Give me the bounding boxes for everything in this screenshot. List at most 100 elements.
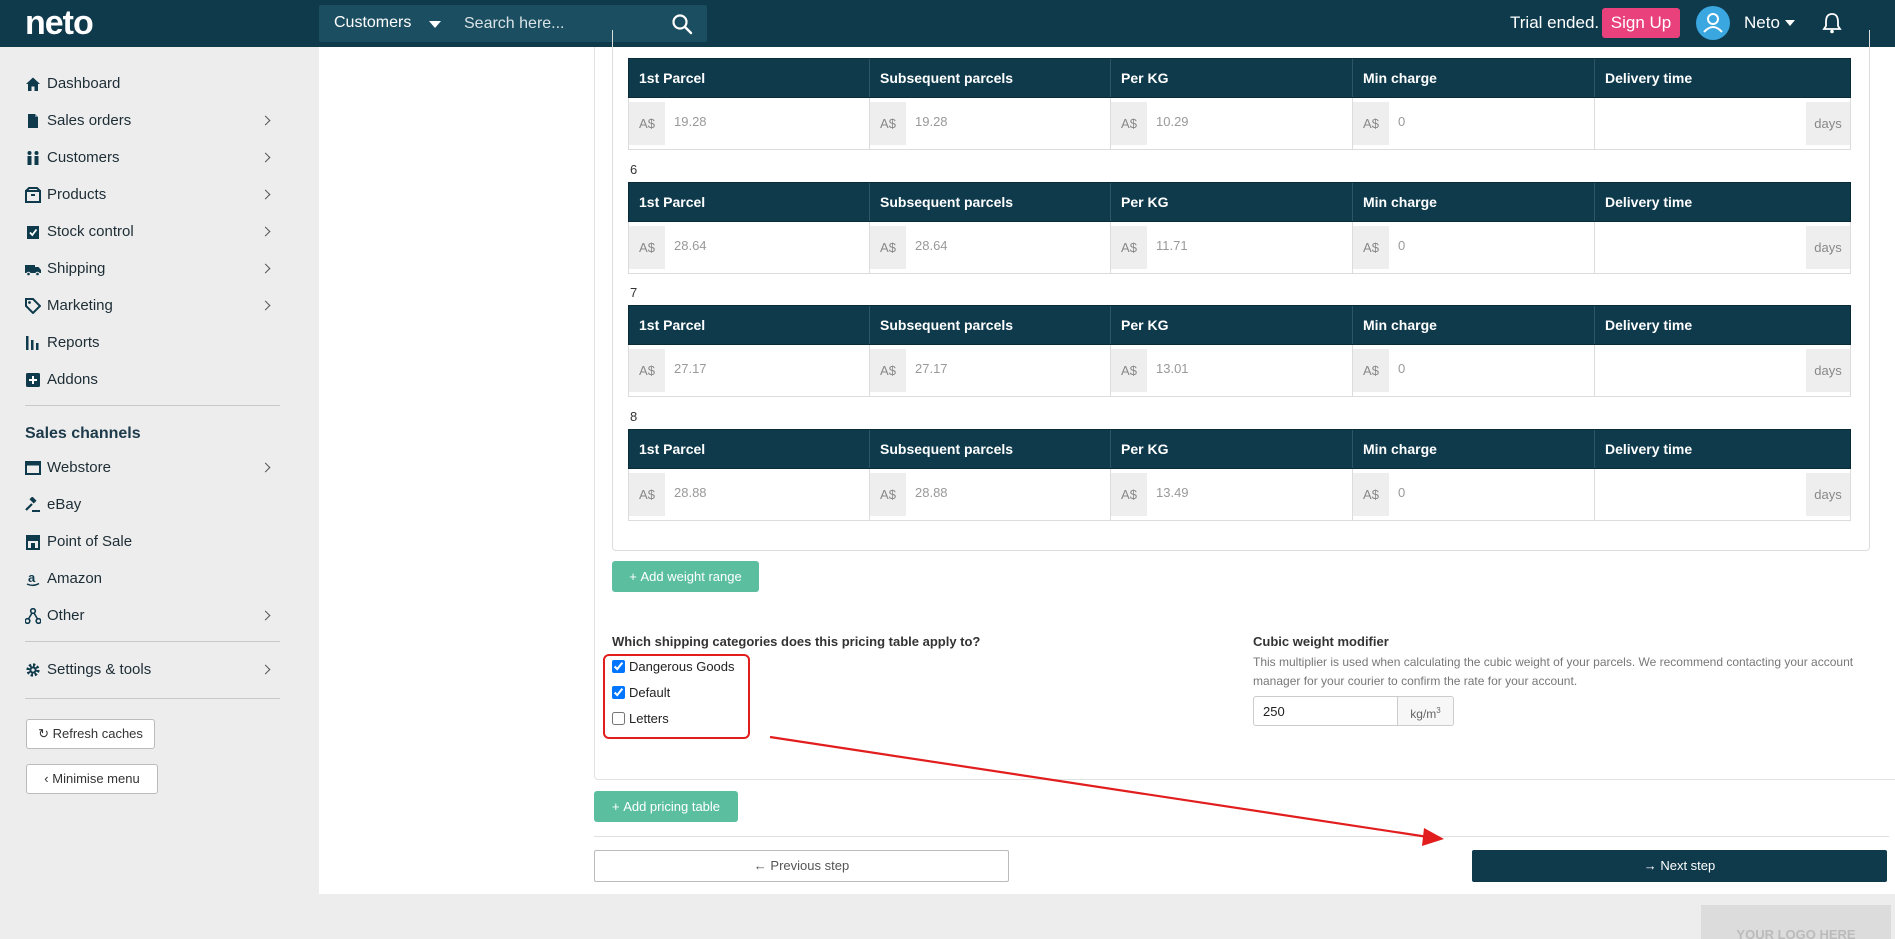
delivery-time-field[interactable]: days [1595,469,1850,520]
cubic-weight-unit: kg/m3 [1397,696,1454,726]
minimise-menu-label: Minimise menu [52,771,140,786]
previous-step-button[interactable]: ← Previous step [594,850,1009,882]
per-kg-value: 13.01 [1156,361,1189,376]
col-subsequent-parcels: Subsequent parcels [870,430,1111,468]
min-charge-value: 0 [1398,361,1406,376]
sidebar-item-label: Stock control [47,223,134,240]
chevron-right-icon [260,300,271,311]
rate-table-6: 1st Parcel Subsequent parcels Per KG Min… [628,182,1851,274]
add-weight-range-button[interactable]: + Add weight range [612,561,759,592]
min-charge-field[interactable]: A$ 0 [1353,345,1595,396]
first-parcel-field[interactable]: A$ 28.64 [629,222,870,273]
delivery-time-field[interactable]: days [1595,98,1850,149]
subsequent-parcels-field[interactable]: A$ 19.28 [870,98,1111,149]
category-label: Dangerous Goods [629,659,735,674]
sidebar-item-marketing[interactable]: Marketing [25,291,271,321]
currency-addon: A$ [629,473,665,516]
min-charge-field[interactable]: A$ 0 [1353,98,1595,149]
refresh-caches-label: Refresh caches [52,726,143,741]
weight-range-label: 8 [630,409,638,424]
sidebar-item-addons[interactable]: Addons [25,365,270,395]
first-parcel-value: 19.28 [674,114,707,129]
chevron-right-icon [260,189,271,200]
footer-divider [594,836,1889,837]
sidebar-item-settings-tools[interactable]: Settings & tools [25,655,271,685]
col-subsequent-parcels: Subsequent parcels [870,183,1111,221]
chevron-right-icon [260,115,271,126]
add-pricing-table-label: Add pricing table [623,799,721,814]
previous-step-label: Previous step [770,858,850,873]
first-parcel-field[interactable]: A$ 27.17 [629,345,870,396]
neto-logo[interactable]: neto [25,4,94,43]
col-min-charge: Min charge [1353,59,1595,97]
sidebar-item-reports[interactable]: Reports [25,328,270,358]
sidebar-divider [25,641,280,642]
subsequent-parcels-field[interactable]: A$ 28.88 [870,469,1111,520]
per-kg-field[interactable]: A$ 10.29 [1111,98,1353,149]
min-charge-value: 0 [1398,238,1406,253]
subsequent-parcels-field[interactable]: A$ 27.17 [870,345,1111,396]
rate-table-row: A$ 19.28 A$ 19.28 A$ 10.29 A$ 0 days [628,98,1851,150]
plus-square-icon [26,373,40,387]
plus-icon: + [611,799,620,814]
refresh-caches-button[interactable]: ↻ Refresh caches [26,719,155,749]
sidebar-item-dashboard[interactable]: Dashboard [25,69,270,99]
min-charge-field[interactable]: A$ 0 [1353,469,1595,520]
caret-down-icon[interactable] [429,21,441,28]
search-scope-dropdown[interactable]: Customers [334,14,411,32]
first-parcel-value: 28.64 [674,238,707,253]
network-icon [25,608,41,624]
add-pricing-table-button[interactable]: + Add pricing table [594,791,738,822]
subsequent-parcels-value: 27.17 [915,361,948,376]
days-addon: days [1806,102,1850,145]
currency-addon: A$ [1353,473,1389,516]
weight-range-label: 6 [630,162,638,177]
first-parcel-value: 28.88 [674,485,707,500]
next-step-button[interactable]: → Next step [1472,850,1887,882]
sidebar-item-ebay[interactable]: eBay [25,490,270,520]
default-checkbox[interactable] [612,686,625,699]
sidebar-item-customers[interactable]: Customers [25,143,271,173]
sidebar-item-shipping[interactable]: Shipping [25,254,271,284]
first-parcel-field[interactable]: A$ 19.28 [629,98,870,149]
rate-table-8: 1st Parcel Subsequent parcels Per KG Min… [628,429,1851,521]
sidebar-item-amazon[interactable]: a Amazon [25,564,270,594]
sidebar-divider [25,405,280,406]
col-subsequent-parcels: Subsequent parcels [870,306,1111,344]
currency-addon: A$ [629,226,665,269]
sidebar-item-label: Customers [47,149,120,166]
sidebar-item-point-of-sale[interactable]: Point of Sale [25,527,270,557]
cubic-weight-input[interactable] [1253,696,1398,726]
delivery-time-field[interactable]: days [1595,345,1850,396]
per-kg-field[interactable]: A$ 11.71 [1111,222,1353,273]
logo-placeholder: YOUR LOGO HERE [1701,905,1891,939]
first-parcel-field[interactable]: A$ 28.88 [629,469,870,520]
col-first-parcel: 1st Parcel [629,59,870,97]
per-kg-field[interactable]: A$ 13.01 [1111,345,1353,396]
delivery-time-field[interactable]: days [1595,222,1850,273]
sidebar-item-stock-control[interactable]: Stock control [25,217,271,247]
rate-table-row: A$ 28.64 A$ 28.64 A$ 11.71 A$ 0 days [628,222,1851,274]
sidebar-item-label: Other [47,607,85,624]
letters-checkbox[interactable] [612,712,625,725]
clipboard-check-icon [27,226,39,239]
min-charge-field[interactable]: A$ 0 [1353,222,1595,273]
per-kg-field[interactable]: A$ 13.49 [1111,469,1353,520]
minimise-menu-button[interactable]: ‹ Minimise menu [26,764,158,794]
caret-down-icon[interactable] [1785,20,1795,26]
sidebar-item-products[interactable]: Products [25,180,271,210]
sidebar-item-label: Products [47,186,107,203]
shipping-categories-question: Which shipping categories does this pric… [612,634,981,649]
dangerous-goods-checkbox[interactable] [612,660,625,673]
sidebar-item-label: Addons [47,371,98,388]
plus-icon: + [629,569,637,584]
currency-addon: A$ [1111,226,1147,269]
sidebar-item-other[interactable]: Other [25,601,271,631]
sidebar-item-webstore[interactable]: Webstore [25,453,271,483]
browser-icon [25,461,41,475]
sidebar-item-sales-orders[interactable]: Sales orders [25,106,271,136]
subsequent-parcels-field[interactable]: A$ 28.64 [870,222,1111,273]
category-label: Letters [629,711,669,726]
sidebar-item-label: Reports [47,334,100,351]
gavel-icon [25,497,40,512]
